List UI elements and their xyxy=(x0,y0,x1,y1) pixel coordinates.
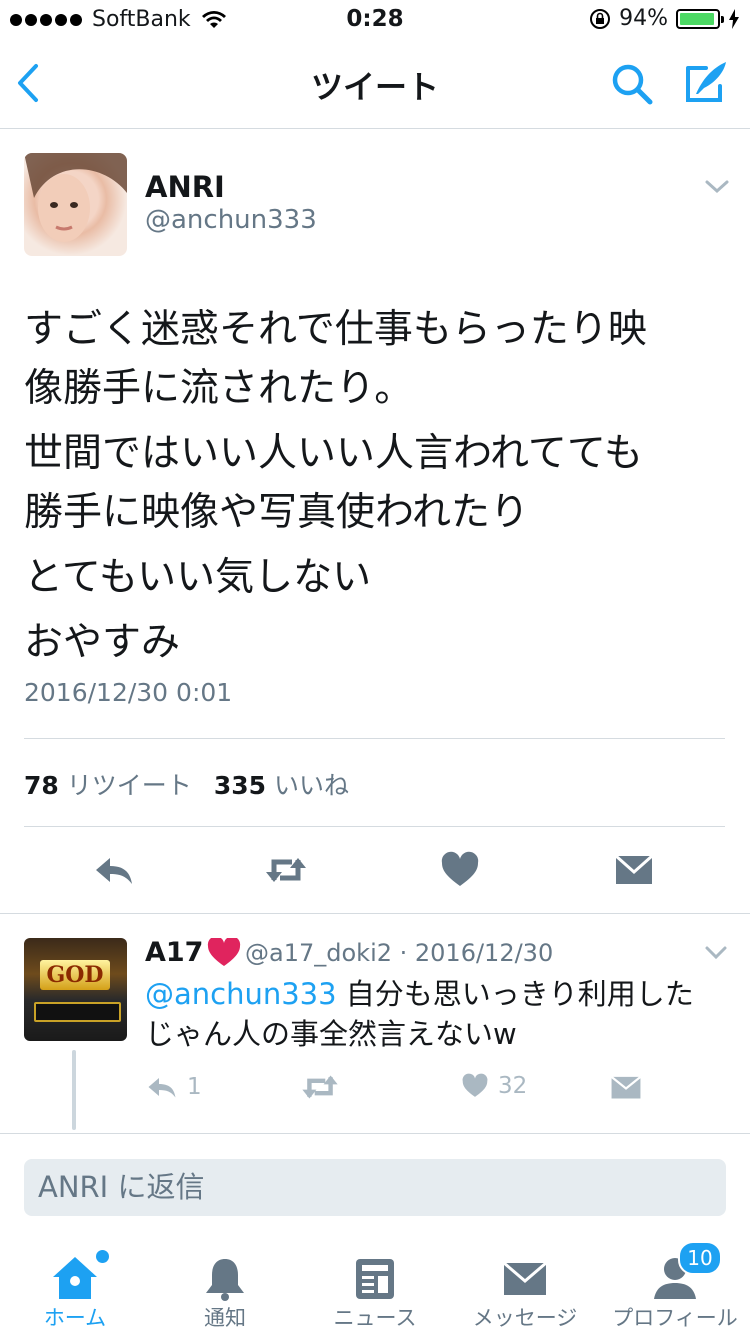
author-name[interactable]: ANRI xyxy=(145,170,225,204)
home-icon xyxy=(53,1257,97,1299)
search-icon[interactable] xyxy=(608,60,656,108)
divider xyxy=(24,738,725,739)
tab-bar: ホーム 通知 ニュース メッセージ 10 プロフィール xyxy=(0,1238,750,1334)
tweet-line: 像勝手に流されたり。 xyxy=(24,366,414,411)
author-handle[interactable]: @anchun333 xyxy=(145,205,317,235)
tab-label: 通知 xyxy=(204,1306,246,1330)
engagement-counts: 78 リツイート 335 いいね xyxy=(24,766,363,802)
author-avatar[interactable] xyxy=(24,153,127,256)
reply-like-heart-icon[interactable] xyxy=(460,1072,490,1100)
tab-label: ニュース xyxy=(333,1306,417,1330)
profile-badge: 10 xyxy=(678,1241,722,1275)
reply-handle-date[interactable]: @a17_doki2 · 2016/12/30 xyxy=(245,939,553,967)
tweet-line: 勝手に映像や写真使われたり xyxy=(24,490,530,535)
reply-input[interactable]: ANRI に返信 xyxy=(24,1159,726,1216)
tweet-line: とてもいい気しない xyxy=(24,555,372,600)
tweet-line: 世間ではいい人いい人言われてても xyxy=(24,431,643,476)
tab-notifications[interactable]: 通知 xyxy=(150,1238,300,1334)
reply-reply-action[interactable]: 1 xyxy=(145,1072,202,1102)
reply-text: @anchun333 自分も思いっきり利用した じゃん人の事全然言えないw xyxy=(145,974,725,1054)
reply-retweet-icon[interactable] xyxy=(300,1072,340,1102)
status-bar: SoftBank 0:28 94% xyxy=(0,0,750,40)
reply-chevron-down-icon[interactable] xyxy=(704,945,728,961)
tab-news[interactable]: ニュース xyxy=(300,1238,450,1334)
reply-reply-count: 1 xyxy=(187,1074,202,1100)
nav-bar: ツイート xyxy=(0,40,750,129)
avatar-portrait-icon xyxy=(24,153,127,242)
tweet-timestamp: 2016/12/30 0:01 xyxy=(24,678,233,707)
reply-dm-icon[interactable] xyxy=(610,1074,642,1100)
heart-emoji-icon xyxy=(208,937,241,966)
retweet-icon[interactable] xyxy=(264,848,308,892)
reply-text-part: じゃん人の事全然言えないw xyxy=(145,1017,517,1051)
tab-home[interactable]: ホーム xyxy=(0,1238,150,1334)
tab-profile[interactable]: 10 プロフィール xyxy=(600,1238,750,1334)
retweet-count[interactable]: 78 xyxy=(24,771,59,800)
rotation-lock-icon xyxy=(590,8,611,29)
like-label[interactable]: いいね xyxy=(274,766,349,802)
separator xyxy=(0,1133,750,1134)
retweet-label[interactable]: リツイート xyxy=(67,766,192,802)
battery-icon xyxy=(676,8,724,29)
reply-mention-link[interactable]: @anchun333 xyxy=(145,977,337,1011)
chevron-down-icon[interactable] xyxy=(704,178,730,196)
thread-line xyxy=(72,1050,76,1130)
home-unread-dot xyxy=(96,1250,109,1263)
reply-like-count: 32 xyxy=(498,1073,528,1099)
reply-icon[interactable] xyxy=(92,848,136,892)
avatar-logo-text: GOD xyxy=(40,960,110,990)
reply-like-action[interactable]: 32 xyxy=(460,1072,527,1100)
envelope-icon xyxy=(503,1261,547,1295)
reply-small-icon[interactable] xyxy=(145,1072,179,1102)
tab-label: ホーム xyxy=(43,1306,107,1330)
bell-icon xyxy=(206,1259,244,1301)
reply-text-part: 自分も思いっきり利用した xyxy=(336,977,694,1011)
divider xyxy=(24,826,725,827)
direct-message-icon[interactable] xyxy=(612,848,656,892)
reply-avatar[interactable]: GOD xyxy=(24,938,127,1041)
battery-group: 94% xyxy=(589,6,740,31)
tab-label: メッセージ xyxy=(472,1306,578,1330)
like-heart-icon[interactable] xyxy=(438,848,482,892)
tweet-line: おやすみ xyxy=(24,620,181,665)
reply-name-text[interactable]: A17 xyxy=(145,937,203,968)
tweet-text: すごく迷惑それで仕事もらったり映 像勝手に流されたり。 世間ではいい人いい人言わ… xyxy=(24,300,724,672)
like-count[interactable]: 335 xyxy=(214,771,266,800)
news-icon xyxy=(356,1259,394,1299)
tab-messages[interactable]: メッセージ xyxy=(450,1238,600,1334)
tab-label: プロフィール xyxy=(612,1306,738,1330)
reply-author-name[interactable]: A17 xyxy=(145,937,241,968)
compose-icon[interactable] xyxy=(682,58,730,108)
battery-percent: 94% xyxy=(619,6,668,31)
tweet-line: すごく迷惑それで仕事もらったり映 xyxy=(24,307,647,352)
charging-bolt-icon xyxy=(729,8,739,29)
separator xyxy=(0,913,750,914)
